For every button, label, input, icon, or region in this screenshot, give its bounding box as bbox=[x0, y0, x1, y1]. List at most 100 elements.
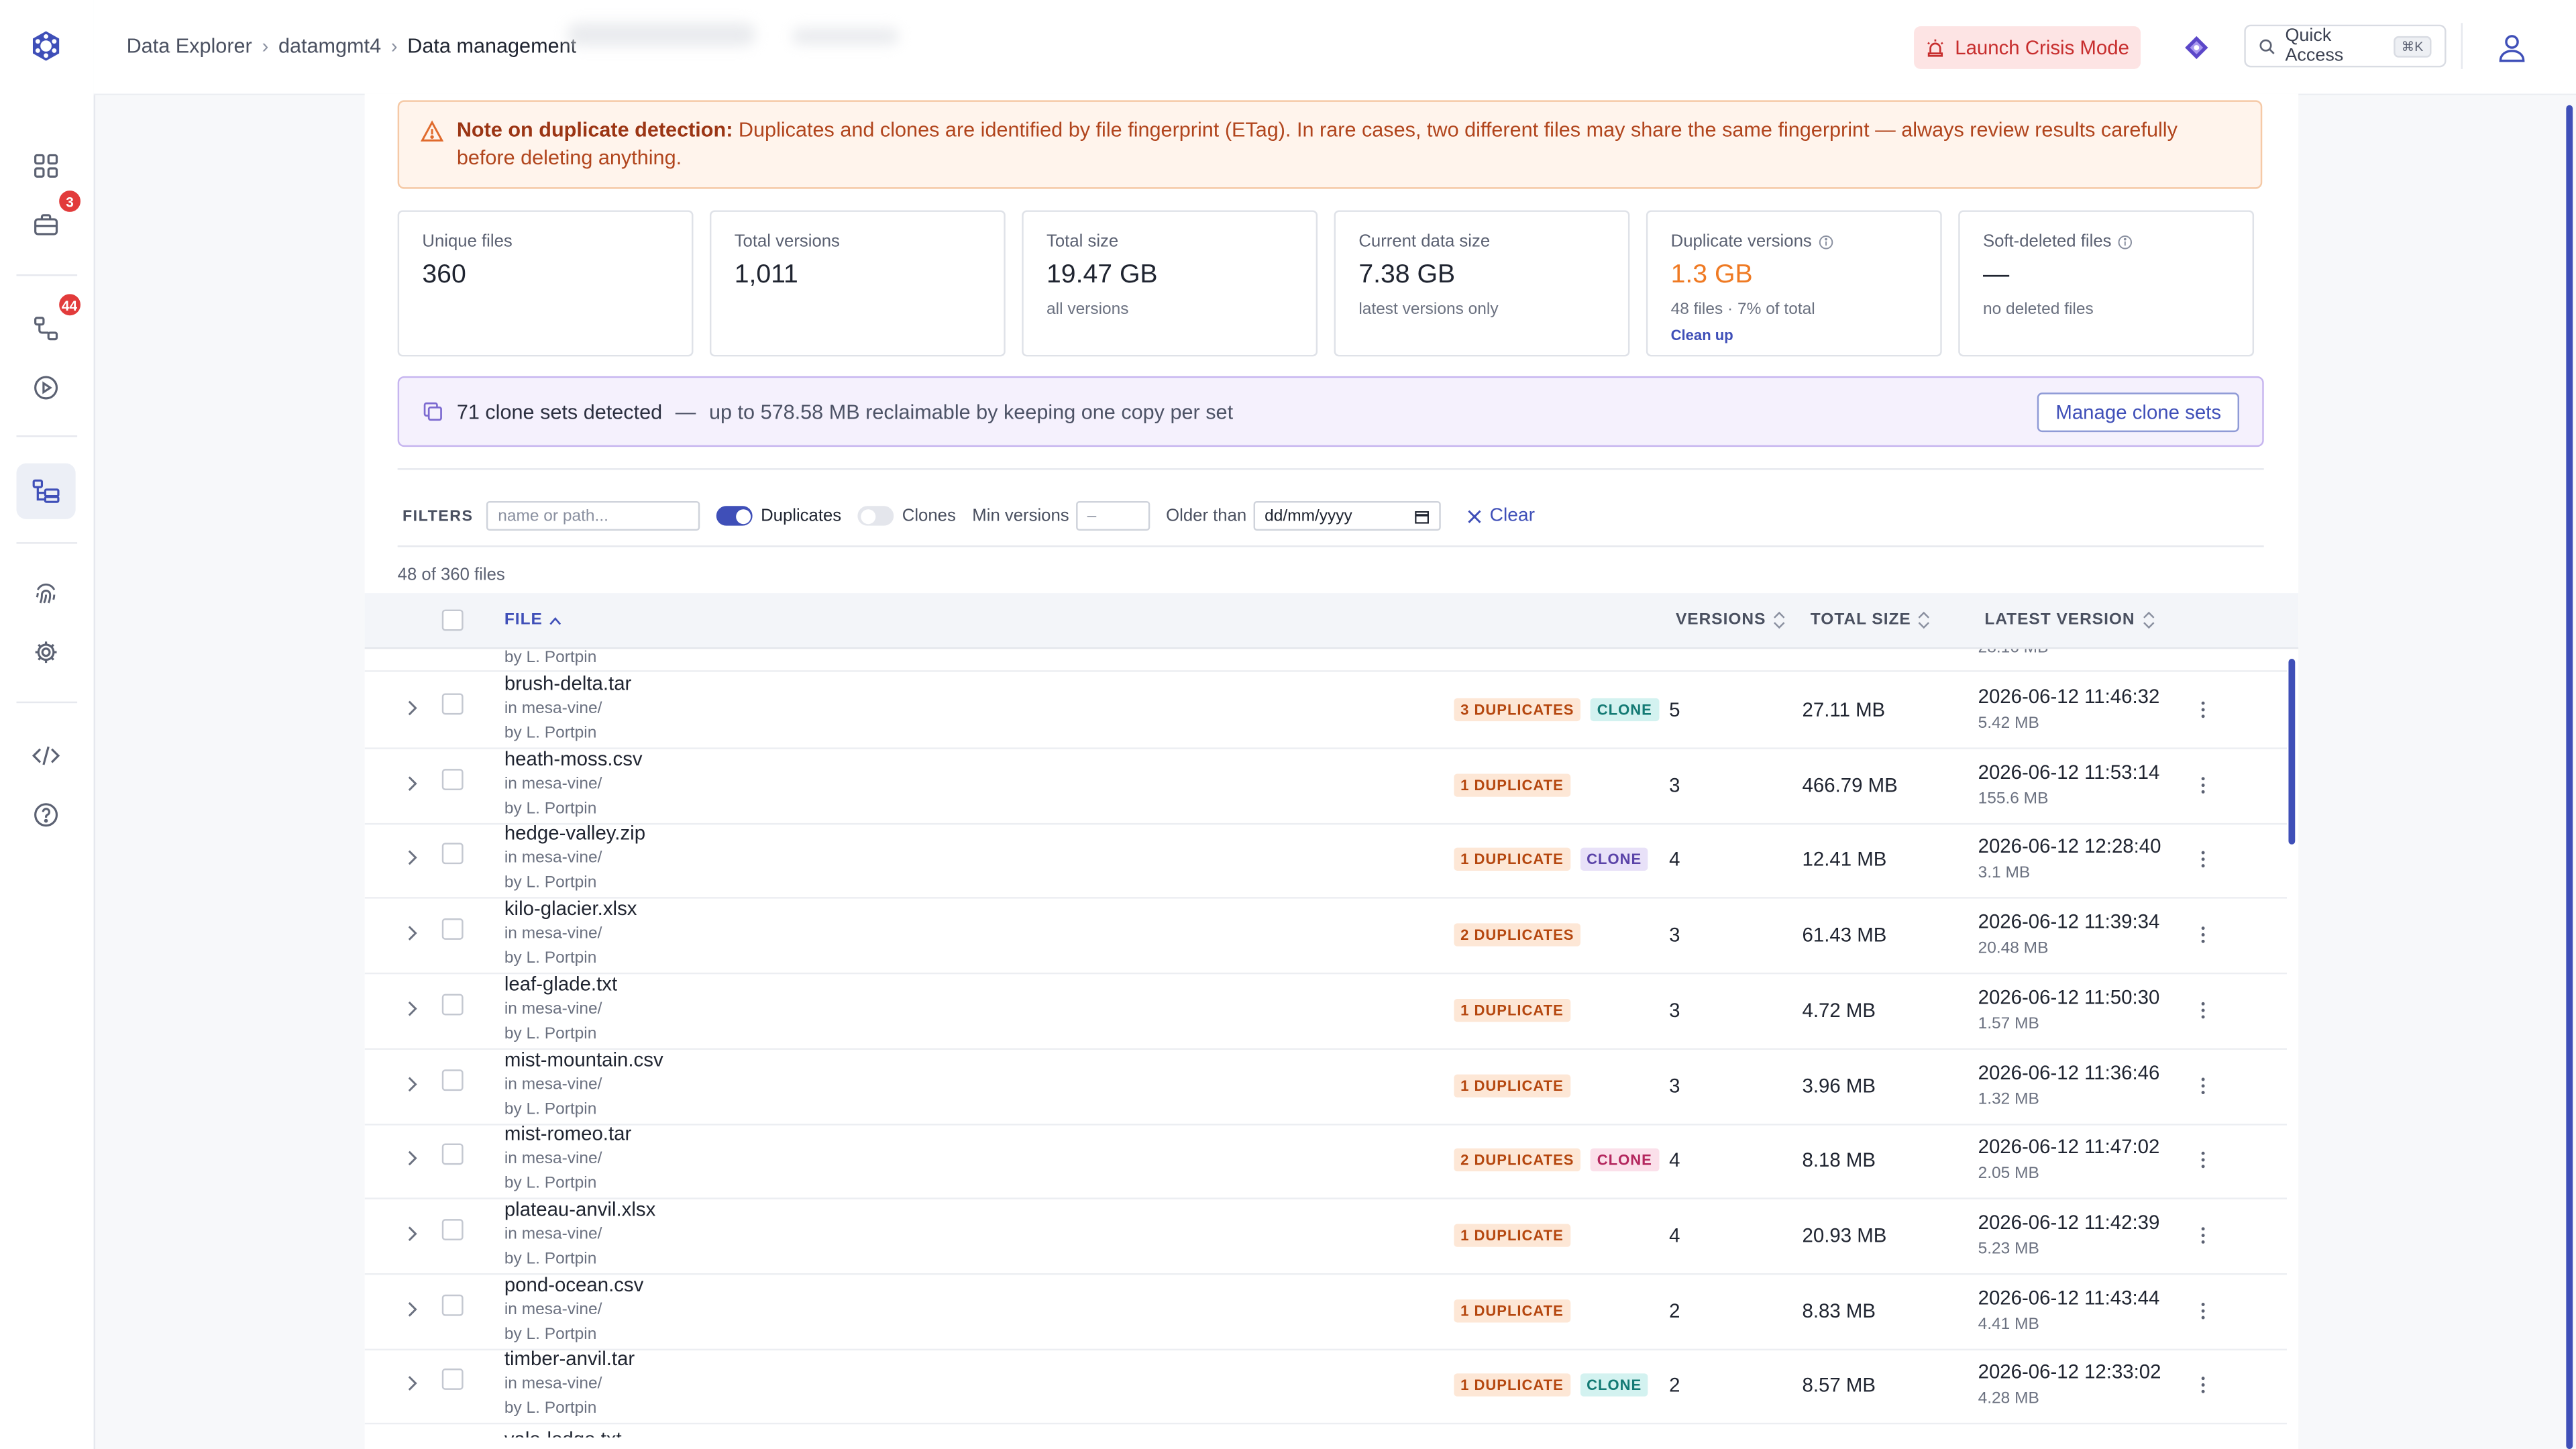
sidebar-item-data-explorer[interactable] bbox=[16, 463, 76, 519]
table-scrollbar-thumb[interactable] bbox=[2288, 659, 2296, 845]
chevron-right-icon[interactable] bbox=[404, 1374, 420, 1393]
info-icon[interactable] bbox=[2118, 234, 2133, 249]
row-badges: 3 DUPLICATES CLONE bbox=[1454, 698, 1659, 722]
row-checkbox[interactable] bbox=[441, 1218, 464, 1240]
calendar-icon[interactable] bbox=[1414, 508, 1429, 523]
table-row[interactable]: mist-romeo.tar in mesa-vine/ by L. Portp… bbox=[364, 1122, 2288, 1200]
more-vertical-icon[interactable] bbox=[2200, 1148, 2206, 1171]
table-row[interactable]: leaf-glade.txt in mesa-vine/ by L. Portp… bbox=[364, 972, 2288, 1050]
stat-label-text: Duplicate versions bbox=[1670, 231, 1812, 252]
more-vertical-icon[interactable] bbox=[2200, 698, 2206, 721]
row-checkbox[interactable] bbox=[441, 1368, 464, 1391]
table-row[interactable]: pond-ocean.csv in mesa-vine/ by L. Portp… bbox=[364, 1273, 2288, 1350]
more-vertical-icon[interactable] bbox=[2200, 849, 2206, 871]
select-all-checkbox[interactable] bbox=[441, 609, 464, 631]
file-name[interactable]: kilo-glacier.xlsx bbox=[504, 897, 637, 920]
stat-label: Total versions bbox=[734, 231, 840, 252]
breadcrumb-item[interactable]: datamgmt4 bbox=[278, 34, 381, 57]
total-size: 4.72 MB bbox=[1802, 998, 1876, 1022]
app-logo-icon[interactable] bbox=[30, 30, 62, 62]
file-name[interactable]: mist-mountain.csv bbox=[504, 1047, 663, 1070]
chevron-right-icon[interactable] bbox=[404, 1299, 420, 1318]
chevron-right-icon[interactable] bbox=[404, 849, 420, 868]
row-checkbox[interactable] bbox=[441, 1069, 464, 1090]
chevron-right-icon[interactable] bbox=[404, 698, 420, 718]
table-row[interactable]: heath-moss.csv in mesa-vine/ by L. Portp… bbox=[364, 747, 2288, 824]
row-checkbox[interactable] bbox=[441, 768, 464, 790]
column-header-latest-version[interactable]: LATEST VERSION bbox=[1984, 611, 2155, 629]
launch-crisis-mode-button[interactable]: Launch Crisis Mode bbox=[1914, 26, 2141, 69]
more-vertical-icon[interactable] bbox=[2200, 1073, 2206, 1096]
more-vertical-icon[interactable] bbox=[2200, 1224, 2206, 1246]
duplicates-toggle[interactable] bbox=[716, 506, 753, 526]
manage-clone-sets-button[interactable]: Manage clone sets bbox=[2037, 392, 2239, 431]
sidebar-item-fingerprints[interactable] bbox=[23, 570, 69, 616]
blurred-placeholder bbox=[566, 23, 756, 46]
column-header-file[interactable]: FILE bbox=[504, 611, 562, 629]
total-size: 8.83 MB bbox=[1802, 1299, 1876, 1322]
more-vertical-icon[interactable] bbox=[2200, 1299, 2206, 1322]
table-row[interactable]: plateau-anvil.xlsx in mesa-vine/ by L. P… bbox=[364, 1197, 2288, 1275]
row-checkbox[interactable] bbox=[441, 693, 464, 715]
version-count: 3 bbox=[1669, 923, 1680, 947]
table-row[interactable]: brush-delta.tar in mesa-vine/ by L. Port… bbox=[364, 672, 2288, 749]
column-header-total-size[interactable]: TOTAL SIZE bbox=[1811, 611, 1931, 629]
user-icon[interactable] bbox=[2496, 32, 2528, 64]
quick-access-label: Quick Access bbox=[2285, 26, 2344, 66]
duplicates-label[interactable]: Duplicates bbox=[761, 506, 841, 525]
sidebar-item-projects[interactable]: 3 bbox=[23, 189, 83, 248]
more-vertical-icon[interactable] bbox=[2200, 773, 2206, 796]
row-checkbox[interactable] bbox=[441, 1143, 464, 1165]
stat-subtext: no deleted files bbox=[1982, 301, 2094, 319]
sidebar-item-settings[interactable] bbox=[23, 629, 69, 676]
row-checkbox[interactable] bbox=[441, 918, 464, 941]
breadcrumb-item[interactable]: Data Explorer bbox=[127, 34, 252, 57]
clones-label[interactable]: Clones bbox=[902, 506, 956, 525]
file-name[interactable]: leaf-glade.txt bbox=[504, 972, 617, 995]
older-than-date-input[interactable]: dd/mm/yyyy bbox=[1253, 500, 1441, 531]
more-vertical-icon[interactable] bbox=[2200, 1374, 2206, 1397]
sidebar-item-runs[interactable] bbox=[23, 365, 69, 411]
clones-toggle[interactable] bbox=[857, 506, 894, 526]
row-checkbox[interactable] bbox=[441, 994, 464, 1015]
row-checkbox[interactable] bbox=[441, 1293, 464, 1316]
file-name[interactable]: vale-ledge.txt bbox=[504, 1428, 622, 1438]
chevron-right-icon[interactable] bbox=[404, 1148, 420, 1168]
table-row[interactable]: mist-mountain.csv in mesa-vine/ by L. Po… bbox=[364, 1047, 2288, 1125]
clean-up-link[interactable]: Clean up bbox=[1671, 327, 1917, 343]
workflow-icon bbox=[34, 317, 58, 341]
page-scrollbar[interactable] bbox=[2566, 105, 2573, 1449]
sidebar-item-help[interactable] bbox=[23, 792, 69, 838]
chevron-right-icon[interactable] bbox=[404, 924, 420, 943]
table-row[interactable]: kilo-glacier.xlsx in mesa-vine/ by L. Po… bbox=[364, 897, 2288, 975]
table-row[interactable]: timber-anvil.tar in mesa-vine/ by L. Por… bbox=[364, 1348, 2288, 1426]
file-name[interactable]: plateau-anvil.xlsx bbox=[504, 1197, 655, 1220]
table-row[interactable]: hedge-valley.zip in mesa-vine/ by L. Por… bbox=[364, 822, 2288, 900]
file-name[interactable]: brush-delta.tar bbox=[504, 672, 631, 695]
chevron-right-icon[interactable] bbox=[404, 998, 420, 1018]
sidebar-item-dashboard[interactable] bbox=[23, 143, 69, 189]
quick-access-button[interactable]: Quick Access ⌘K bbox=[2244, 24, 2447, 68]
info-icon[interactable] bbox=[1819, 234, 1833, 249]
chevron-right-icon[interactable] bbox=[404, 1073, 420, 1093]
column-header-versions[interactable]: VERSIONS bbox=[1676, 611, 1786, 629]
file-name[interactable]: pond-ocean.csv bbox=[504, 1273, 644, 1295]
sidebar-item-workflows[interactable]: 44 bbox=[23, 292, 83, 352]
file-name[interactable]: timber-anvil.tar bbox=[504, 1348, 635, 1371]
min-versions-label: Min versions bbox=[972, 506, 1069, 526]
chevron-right-icon[interactable] bbox=[404, 1224, 420, 1243]
more-vertical-icon[interactable] bbox=[2200, 998, 2206, 1021]
stat-label: Unique files bbox=[422, 231, 513, 252]
more-vertical-icon[interactable] bbox=[2200, 924, 2206, 947]
file-name[interactable]: hedge-valley.zip bbox=[504, 822, 645, 845]
file-name[interactable]: mist-romeo.tar bbox=[504, 1122, 631, 1145]
chevron-right-icon[interactable] bbox=[404, 773, 420, 793]
row-checkbox[interactable] bbox=[441, 843, 464, 865]
min-versions-input[interactable]: – bbox=[1075, 500, 1150, 531]
clear-filters-button[interactable]: Clear bbox=[1466, 506, 1535, 526]
play-circle-icon bbox=[34, 376, 58, 400]
file-name[interactable]: heath-moss.csv bbox=[504, 747, 643, 770]
ai-assistant-icon[interactable] bbox=[2180, 32, 2213, 64]
search-input[interactable]: name or path... bbox=[486, 500, 700, 531]
sidebar-item-api[interactable] bbox=[23, 733, 69, 779]
